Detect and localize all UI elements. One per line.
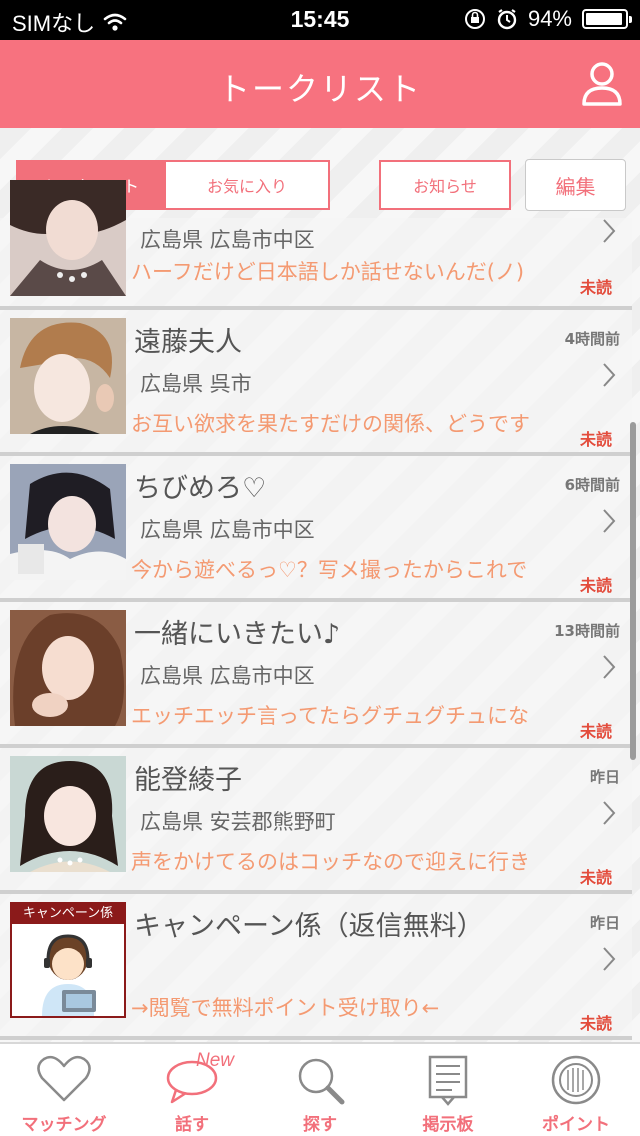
battery-fill — [586, 13, 622, 25]
message-preview: →閲覧で無料ポイント受け取り← — [131, 996, 440, 1020]
notice-button[interactable]: お知らせ — [379, 160, 511, 210]
timestamp: 昨日 — [589, 768, 620, 786]
location-text: 広島県 安芸郡熊野町 — [140, 810, 336, 834]
orientation-lock-icon — [464, 9, 485, 29]
contact-name: 遠藤夫人 — [134, 327, 242, 358]
tab-points[interactable]: ポイント — [512, 1044, 640, 1136]
avatar — [10, 756, 126, 872]
search-icon — [298, 1058, 345, 1105]
timestamp: 6時間前 — [564, 476, 620, 494]
message-preview: お互い欲求を果たすだけの関係、どうです — [131, 412, 530, 436]
avatar — [10, 318, 126, 434]
tab-talk[interactable]: New 話す — [128, 1044, 256, 1136]
conversation-row[interactable]: 遠藤夫人 4時間前 広島県 呉市 お互い欲求を果たすだけの関係、どうです 未読 — [0, 310, 632, 456]
unread-badge: 未読 — [579, 1014, 612, 1033]
unread-badge: 未読 — [579, 278, 612, 297]
tab-label: 話す — [175, 1115, 209, 1135]
message-preview: ハーフだけど日本語しか話せないんだ(ノ) — [131, 260, 525, 284]
unread-badge: 未読 — [579, 430, 612, 449]
status-right: 94% — [464, 6, 632, 32]
chevron-right-icon — [603, 363, 616, 387]
conversation-row[interactable]: ちびめろ♡ 6時間前 広島県 広島市中区 今から遊べるっ♡？写メ撮ったからこれで… — [0, 456, 632, 602]
contact-name: キャンペーン係（返信無料） — [134, 911, 484, 942]
message-preview: 今から遊べるっ♡？写メ撮ったからこれで — [131, 558, 528, 582]
board-icon — [428, 1055, 468, 1106]
chevron-right-icon — [603, 655, 616, 679]
tab-bar: マッチング New 話す 探す 掲示板 ポイント — [0, 1042, 640, 1136]
battery-percent: 94% — [527, 6, 572, 31]
contact-name: ちびめろ♡ — [134, 473, 267, 504]
timestamp: 4時間前 — [564, 330, 620, 348]
tab-search[interactable]: 探す — [256, 1044, 384, 1136]
battery-icon — [582, 9, 632, 29]
scrollbar[interactable] — [630, 422, 636, 760]
heart-icon — [37, 1055, 91, 1102]
new-badge: New — [196, 1050, 235, 1071]
edit-button[interactable]: 編集 — [525, 159, 626, 211]
content-area[interactable]: トークリスト お気に入り お知らせ 編集 広島県 広島市中区 ハーフだけど日本語… — [0, 128, 640, 1042]
person-icon[interactable] — [580, 60, 624, 108]
avatar — [10, 610, 126, 726]
chevron-right-icon — [603, 801, 616, 825]
tab-label: マッチング — [21, 1115, 107, 1135]
location-text: 広島県 呉市 — [140, 372, 252, 396]
operator-icon — [42, 934, 96, 1016]
message-preview: 声をかけてるのはコッチなので迎えに行き — [131, 850, 530, 874]
timestamp: 13時間前 — [554, 622, 620, 640]
location-text: 広島県 広島市中区 — [140, 228, 315, 252]
timestamp: 昨日 — [589, 914, 620, 932]
nav-bar: トークリスト — [0, 40, 640, 128]
unread-badge: 未読 — [579, 868, 612, 887]
location-text: 広島県 広島市中区 — [140, 664, 315, 688]
campaign-avatar-label: キャンペーン係 — [12, 904, 124, 924]
conversation-row[interactable]: キャンペーン係 キャンペーン係（返信無料） 昨日 →閲覧で無料ポイント受け取り←… — [0, 894, 632, 1040]
unread-badge: 未読 — [579, 576, 612, 595]
chevron-right-icon — [603, 509, 616, 533]
page-title: トークリスト — [217, 70, 422, 108]
message-preview: エッチエッチ言ってたらグチュグチュにな — [131, 704, 529, 728]
conversation-row[interactable]: 広島県 広島市中区 ハーフだけど日本語しか話せないんだ(ノ) 未読 — [0, 180, 632, 310]
tab-label: 探す — [303, 1115, 337, 1135]
contact-name: 能登綾子 — [134, 765, 242, 796]
alarm-icon — [497, 9, 517, 30]
tab-matching[interactable]: マッチング — [0, 1044, 128, 1136]
conversation-list: 広島県 広島市中区 ハーフだけど日本語しか話せないんだ(ノ) 未読 遠藤夫人 4… — [0, 180, 640, 1040]
avatar — [10, 180, 126, 296]
contact-name: 一緒にいきたい♪ — [134, 619, 341, 650]
tab-board[interactable]: 掲示板 — [384, 1044, 512, 1136]
tab-label: 掲示板 — [422, 1115, 474, 1135]
status-bar: SIMなし 15:45 94% — [0, 0, 640, 40]
coin-icon — [551, 1055, 601, 1105]
tab-label: ポイント — [542, 1115, 610, 1135]
tab-favorites[interactable]: お気に入り — [166, 160, 330, 210]
conversation-row[interactable]: 能登綾子 昨日 広島県 安芸郡熊野町 声をかけてるのはコッチなので迎えに行き 未… — [0, 748, 632, 894]
location-text: 広島県 広島市中区 — [140, 518, 315, 542]
avatar — [10, 464, 126, 580]
chevron-right-icon — [603, 947, 616, 971]
unread-badge: 未読 — [579, 722, 612, 741]
conversation-row[interactable]: 一緒にいきたい♪ 13時間前 広島県 広島市中区 エッチエッチ言ってたらグチュグ… — [0, 602, 632, 748]
campaign-avatar: キャンペーン係 — [10, 902, 126, 1018]
chevron-right-icon — [603, 219, 616, 243]
